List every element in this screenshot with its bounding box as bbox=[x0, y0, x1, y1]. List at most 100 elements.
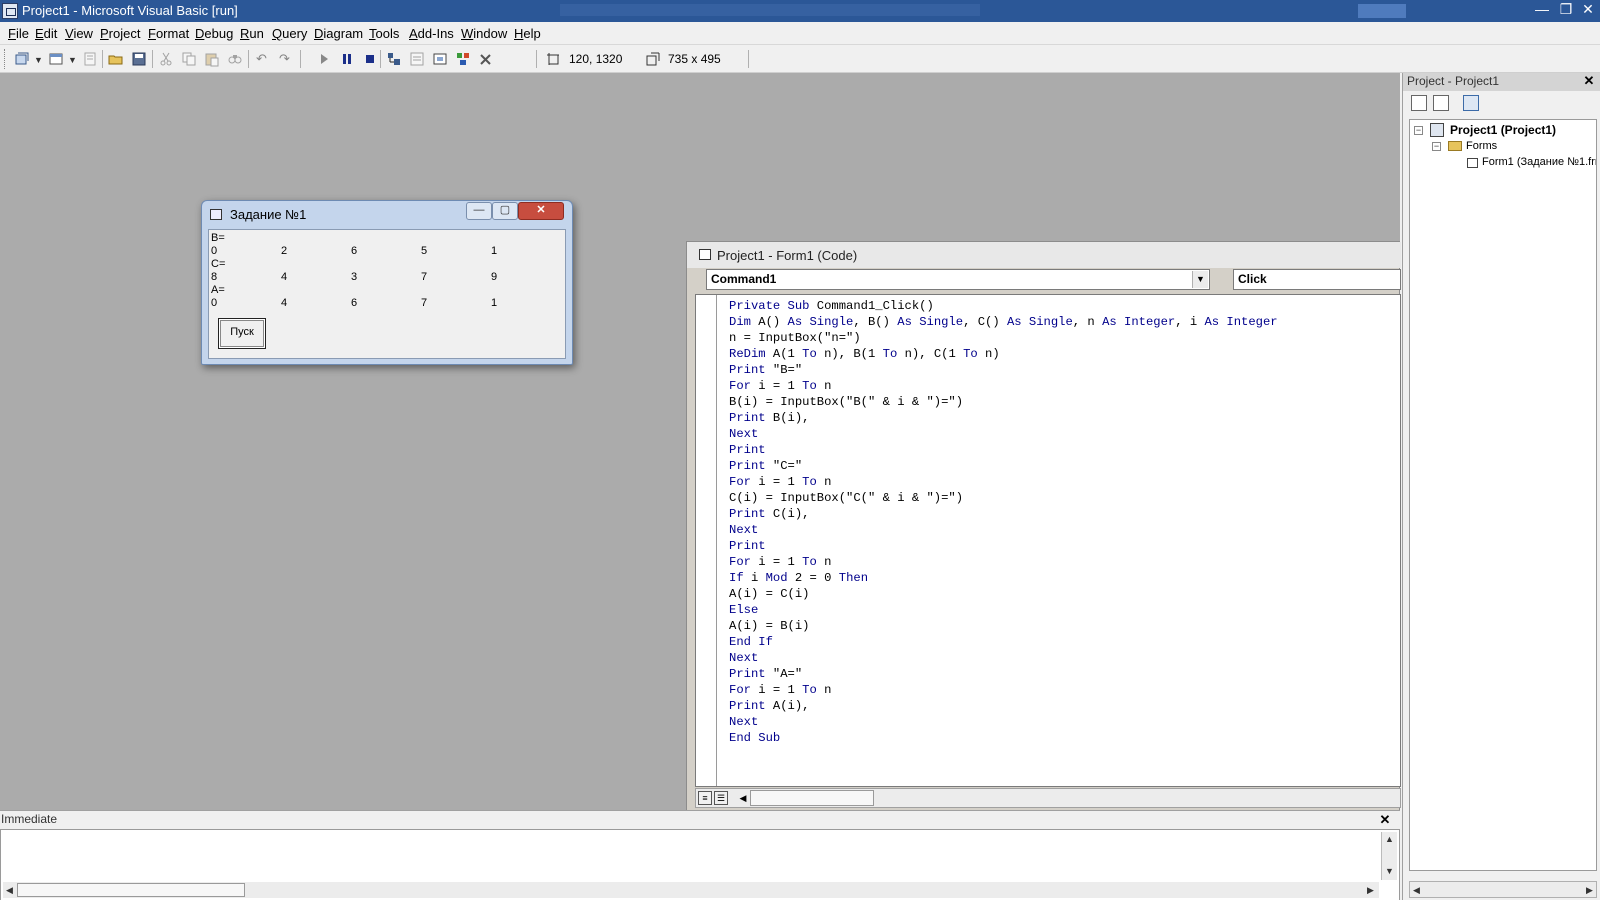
immediate-vertical-scrollbar[interactable]: ▲ ▼ bbox=[1381, 832, 1397, 880]
project-explorer-close-button[interactable]: ✕ bbox=[1582, 74, 1596, 88]
immediate-input-area[interactable]: ▲ ▼ ◀ ▶ bbox=[0, 829, 1400, 900]
scroll-right-icon[interactable]: ▶ bbox=[1586, 885, 1593, 896]
menu-diagram[interactable]: Diagram bbox=[314, 26, 363, 41]
code-text: i bbox=[750, 571, 766, 585]
menu-file[interactable]: File bbox=[8, 26, 29, 41]
code-margin-indicator-bar[interactable] bbox=[696, 295, 717, 786]
code-horizontal-scrollbar-thumb[interactable] bbox=[750, 790, 874, 806]
code-window[interactable]: Project1 - Form1 (Code) Command1 ▼ Click… bbox=[686, 241, 1401, 811]
size-readout: 735 x 495 bbox=[668, 52, 721, 66]
start-run-icon[interactable] bbox=[316, 51, 332, 67]
menu-format[interactable]: Format bbox=[148, 26, 189, 41]
properties-window-icon[interactable] bbox=[409, 51, 425, 67]
undo-icon[interactable]: ↶ bbox=[256, 51, 272, 67]
project-explorer-title: Project - Project1 bbox=[1407, 74, 1500, 88]
code-text: A(i) = B(i) bbox=[729, 619, 810, 633]
menu-view[interactable]: View bbox=[65, 26, 93, 41]
end-stop-icon[interactable] bbox=[362, 51, 378, 67]
chevron-down-icon[interactable]: ▼ bbox=[1192, 271, 1208, 288]
project-explorer-header: Project - Project1 bbox=[1403, 73, 1600, 91]
form-layout-icon[interactable] bbox=[432, 51, 448, 67]
cut-icon[interactable] bbox=[158, 51, 174, 67]
menu-edit[interactable]: Edit bbox=[35, 26, 57, 41]
code-line: C(i) = InputBox("C(" & i & ")=") bbox=[729, 490, 1278, 506]
object-combo[interactable]: Command1 ▼ bbox=[706, 269, 1210, 290]
menu-tools[interactable]: Tools bbox=[369, 26, 399, 41]
code-text: n), B(1 bbox=[816, 347, 883, 361]
menu-editor-icon[interactable] bbox=[82, 51, 98, 67]
break-pause-icon[interactable] bbox=[339, 51, 355, 67]
menu-debug[interactable]: Debug bbox=[195, 26, 233, 41]
view-code-icon[interactable] bbox=[1411, 95, 1427, 111]
procedure-combo[interactable]: Click bbox=[1233, 269, 1401, 290]
collapse-project-icon[interactable]: − bbox=[1414, 126, 1423, 135]
open-project-icon[interactable] bbox=[108, 51, 124, 67]
toggle-folders-icon[interactable] bbox=[1463, 95, 1479, 111]
save-project-icon[interactable] bbox=[131, 51, 147, 67]
object-browser-icon[interactable] bbox=[455, 51, 471, 67]
code-window-titlebar[interactable]: Project1 - Form1 (Code) bbox=[687, 242, 1401, 268]
code-keyword: As Single bbox=[787, 315, 854, 329]
toolbar-grip[interactable] bbox=[4, 49, 7, 69]
background-window-ghost bbox=[560, 4, 980, 16]
tree-project-node[interactable]: Project1 (Project1) bbox=[1450, 123, 1556, 137]
tree-form1-node[interactable]: Form1 (Задание №1.frm) bbox=[1482, 156, 1596, 168]
code-text: , C() bbox=[963, 315, 1007, 329]
menu-window[interactable]: Window bbox=[461, 26, 507, 41]
find-icon[interactable] bbox=[227, 51, 243, 67]
toolbox-icon[interactable] bbox=[478, 51, 494, 67]
code-keyword: Print bbox=[729, 459, 773, 473]
immediate-hscroll-thumb[interactable] bbox=[17, 883, 245, 897]
menu-project[interactable]: Project bbox=[100, 26, 140, 41]
full-module-view-button[interactable]: ☰ bbox=[714, 791, 728, 805]
scroll-left-icon[interactable]: ◀ bbox=[736, 791, 750, 805]
tree-forms-folder[interactable]: Forms bbox=[1466, 140, 1497, 152]
form-window-title: Задание №1 bbox=[230, 207, 307, 222]
running-form-window[interactable]: Задание №1 — ▢ ✕ B= 0 2 6 5 1 C= 8 4 3 7… bbox=[201, 200, 573, 365]
vb-app-icon[interactable] bbox=[2, 3, 18, 19]
paste-icon[interactable] bbox=[204, 51, 220, 67]
project-explorer-icon[interactable] bbox=[386, 51, 402, 67]
collapse-forms-icon[interactable]: − bbox=[1432, 142, 1441, 151]
code-line: If i Mod 2 = 0 Then bbox=[729, 570, 1278, 586]
code-line: Private Sub Command1_Click() bbox=[729, 298, 1278, 314]
immediate-horizontal-scrollbar[interactable]: ◀ ▶ bbox=[3, 882, 1379, 898]
form-close-button[interactable]: ✕ bbox=[518, 202, 564, 220]
window-title: Project1 - Microsoft Visual Basic [run] bbox=[22, 3, 238, 18]
form-maximize-button[interactable]: ▢ bbox=[492, 202, 518, 220]
output-b-value: 2 bbox=[281, 245, 288, 257]
immediate-close-button[interactable]: ✕ bbox=[1378, 813, 1392, 827]
add-project-icon[interactable] bbox=[14, 51, 30, 67]
redo-icon[interactable]: ↷ bbox=[279, 51, 295, 67]
add-form-dropdown-icon[interactable]: ▼ bbox=[68, 55, 77, 65]
output-b-value: 0 bbox=[211, 245, 218, 257]
code-line: Else bbox=[729, 602, 1278, 618]
add-form-icon[interactable] bbox=[48, 51, 64, 67]
menu-help[interactable]: Help bbox=[514, 26, 541, 41]
project-tree[interactable]: − Project1 (Project1) − Forms Form1 (Зад… bbox=[1409, 119, 1597, 871]
pusk-button[interactable]: Пуск bbox=[218, 318, 266, 349]
view-object-icon[interactable] bbox=[1433, 95, 1449, 111]
output-c-value: 4 bbox=[281, 271, 288, 283]
project-tree-horizontal-scrollbar[interactable]: ◀ ▶ bbox=[1409, 881, 1597, 898]
menu-query[interactable]: Query bbox=[272, 26, 307, 41]
menu-run[interactable]: Run bbox=[240, 26, 264, 41]
scroll-right-icon[interactable]: ▶ bbox=[1367, 885, 1374, 896]
scroll-left-icon[interactable]: ◀ bbox=[1413, 885, 1420, 896]
code-keyword: To bbox=[802, 555, 817, 569]
output-c-value: 9 bbox=[491, 271, 498, 283]
code-text: n bbox=[816, 379, 832, 393]
procedure-view-button[interactable]: ≡ bbox=[698, 791, 712, 805]
menu-add-ins[interactable]: Add-Ins bbox=[409, 26, 454, 41]
form-minimize-button[interactable]: — bbox=[466, 202, 492, 220]
close-window-button[interactable]: ✕ bbox=[1574, 0, 1600, 20]
code-text: Command1_Click() bbox=[816, 299, 934, 313]
scroll-up-icon[interactable]: ▲ bbox=[1385, 834, 1394, 844]
code-line: End Sub bbox=[729, 730, 1278, 746]
scroll-left-icon[interactable]: ◀ bbox=[6, 885, 13, 896]
add-project-dropdown-icon[interactable]: ▼ bbox=[34, 55, 43, 65]
code-window-title: Project1 - Form1 (Code) bbox=[717, 248, 858, 263]
copy-icon[interactable] bbox=[181, 51, 197, 67]
scroll-down-icon[interactable]: ▼ bbox=[1385, 866, 1394, 876]
code-editor[interactable]: Private Sub Command1_Click() Dim A() As S… bbox=[695, 294, 1401, 787]
